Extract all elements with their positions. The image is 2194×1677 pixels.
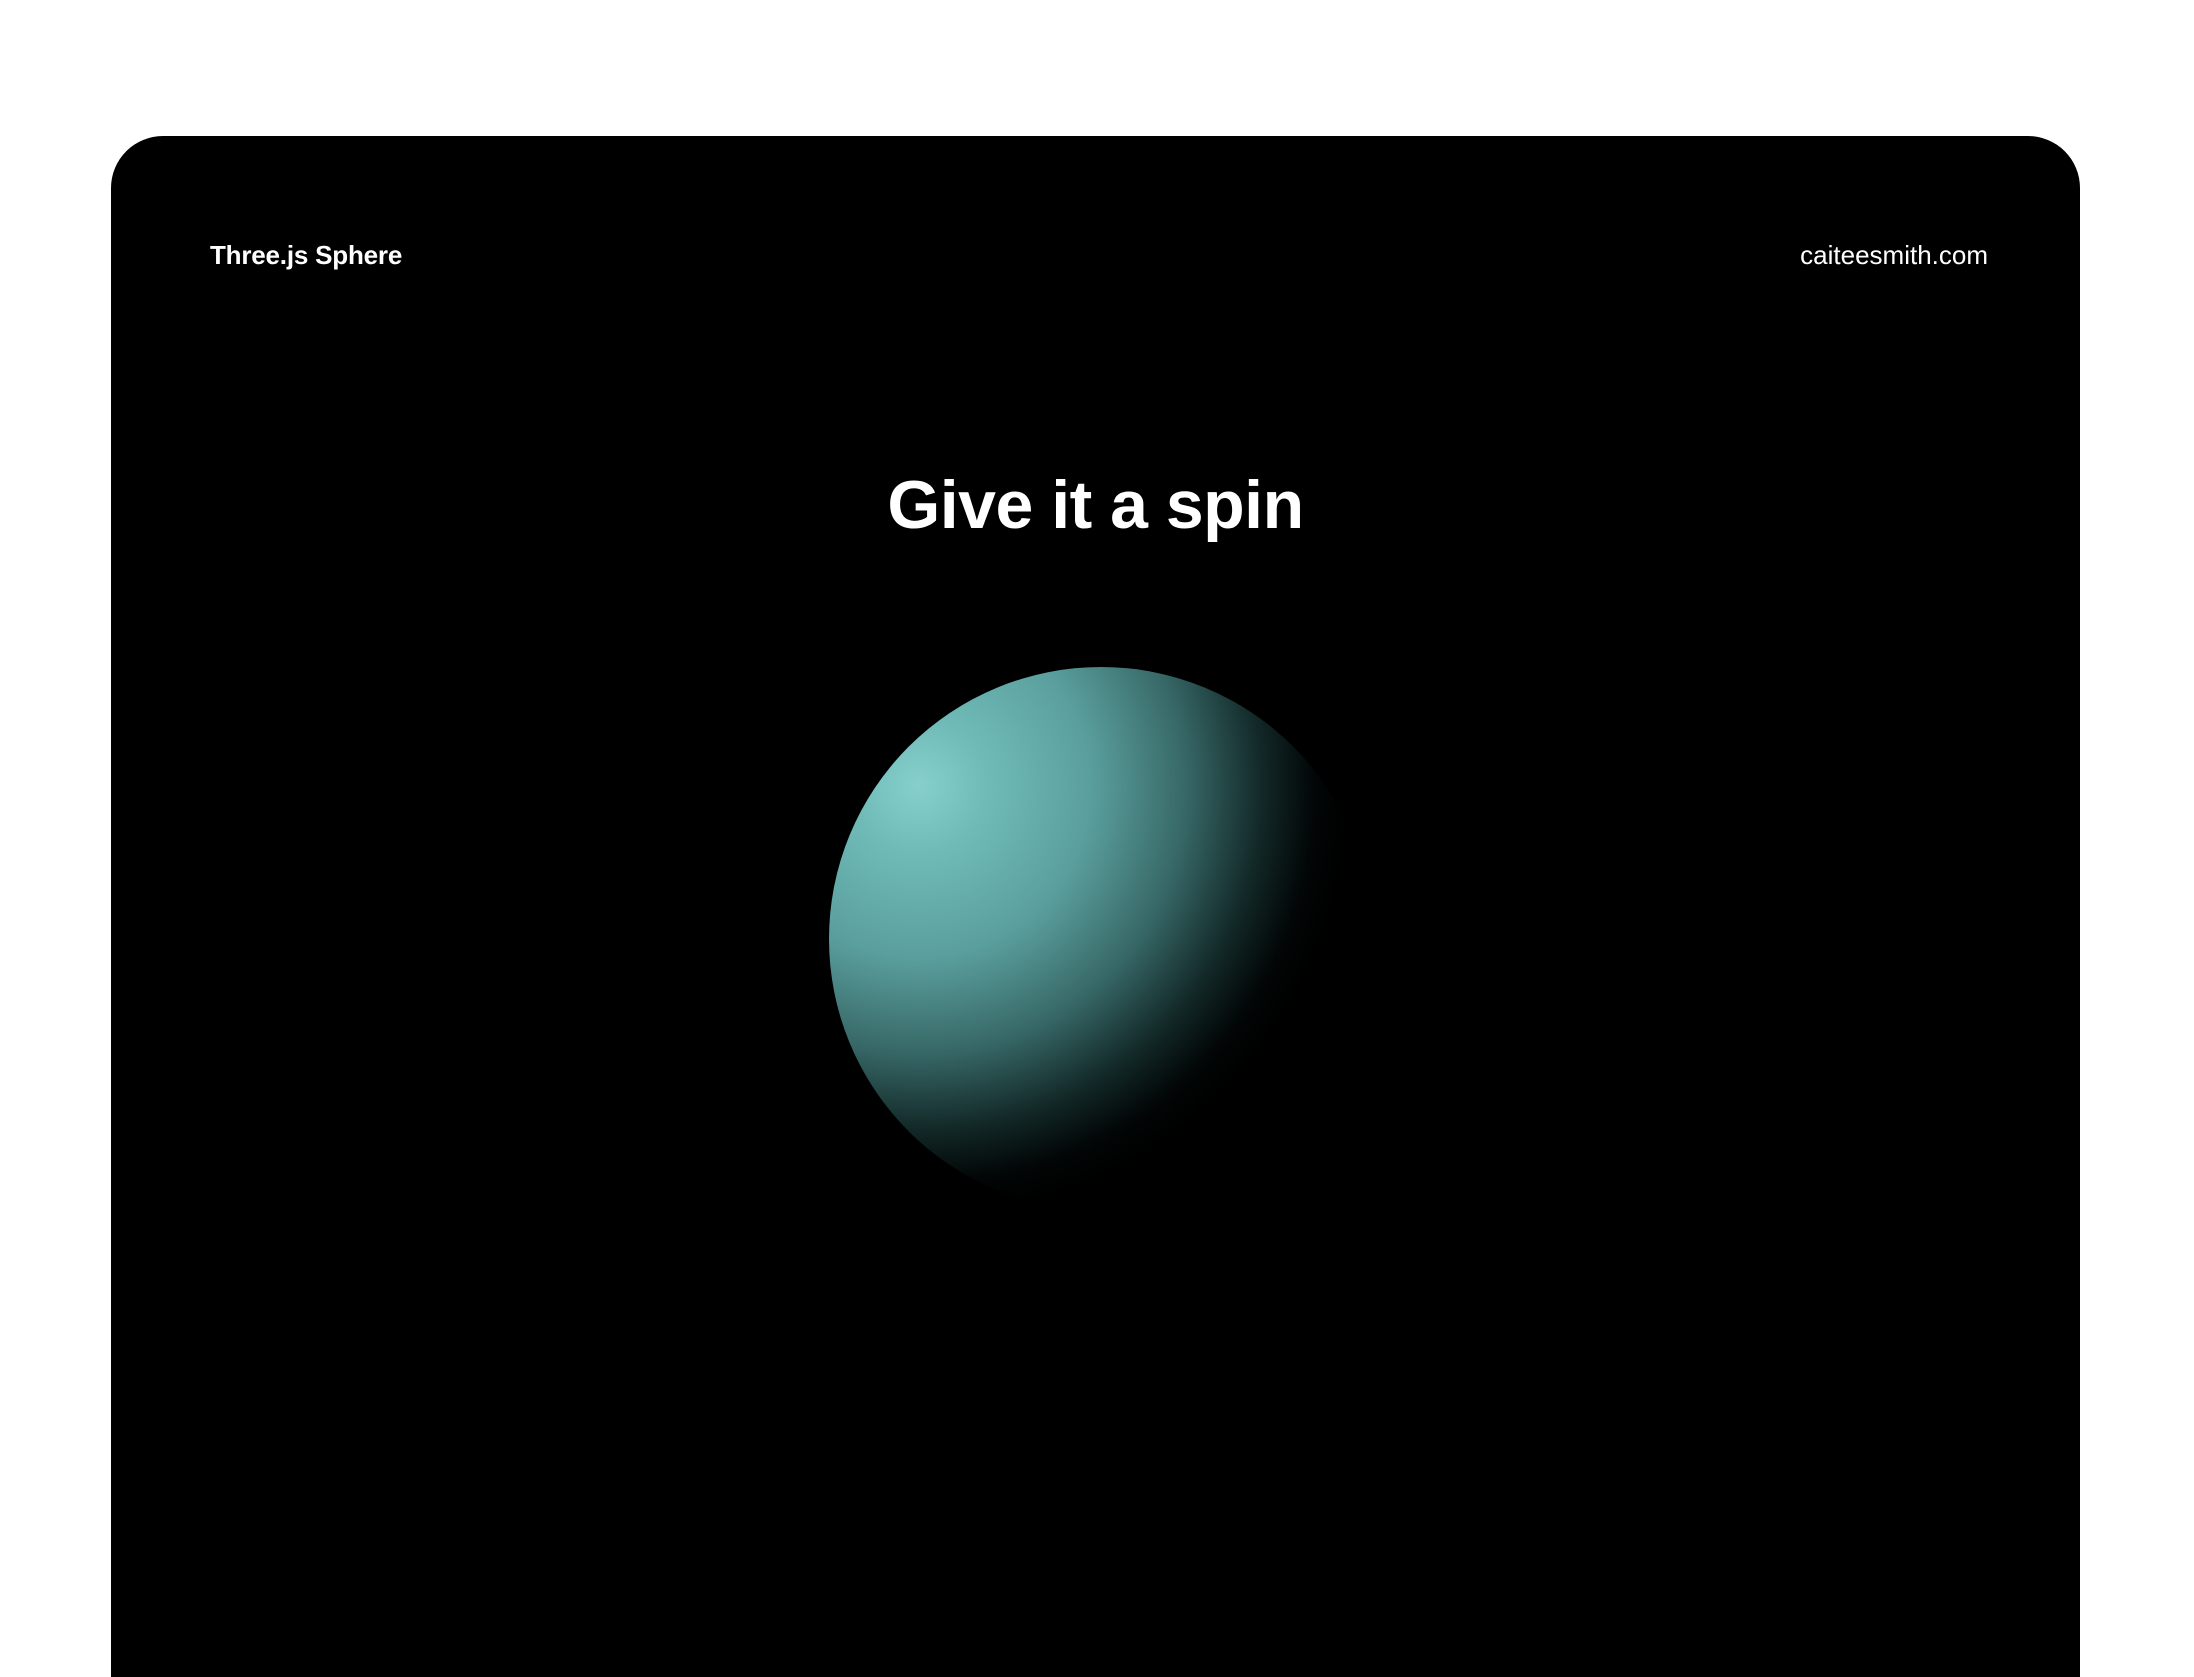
page-title: Give it a spin [887,467,1304,543]
sphere[interactable] [829,667,1373,1211]
app-frame: Three.js Sphere caiteesmith.com Give it … [111,136,2080,1677]
portfolio-link[interactable]: caiteesmith.com [1800,240,1988,271]
sphere-canvas[interactable] [111,136,2080,1677]
site-logo[interactable]: Three.js Sphere [210,240,402,271]
